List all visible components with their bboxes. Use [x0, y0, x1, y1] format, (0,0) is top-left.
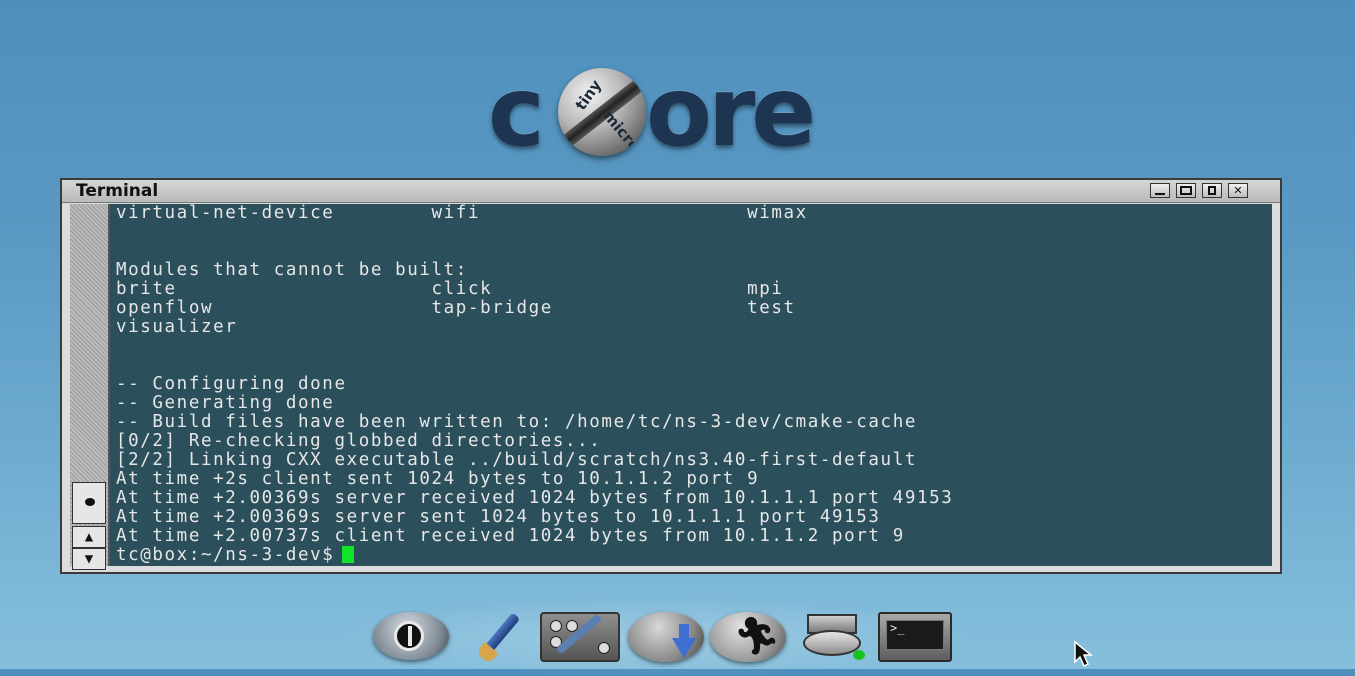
- close-button[interactable]: ✕: [1228, 183, 1248, 198]
- minimize-button[interactable]: [1150, 183, 1170, 198]
- terminal-line: openflow tap-bridge test: [116, 298, 796, 318]
- mouse-pointer-icon: [1074, 640, 1094, 668]
- window-title: Terminal: [76, 181, 159, 201]
- logo-ball-icon: tiny micro: [558, 68, 646, 156]
- logo-ball-tiny-text: tiny: [571, 76, 606, 114]
- drive-led: [853, 650, 865, 660]
- terminal-line: brite click mpi: [116, 279, 784, 299]
- terminal-line: At time +2.00737s client received 1024 b…: [116, 526, 905, 546]
- control-panel-icon[interactable]: [540, 612, 620, 662]
- screwdriver-shape: [555, 613, 603, 655]
- terminal-line: visualizer: [116, 317, 238, 337]
- power-icon[interactable]: [373, 612, 449, 660]
- terminal-line: At time +2.00369s server received 1024 b…: [116, 488, 954, 508]
- terminal-icon-screen: >_: [886, 620, 944, 650]
- terminal-line: [2/2] Linking CXX executable ../build/sc…: [116, 450, 917, 470]
- window-title-bar[interactable]: Terminal ✕: [62, 180, 1280, 203]
- tinycore-logo: c tiny micro ore: [470, 62, 850, 162]
- terminal-line: virtual-net-device wifi wimax: [116, 204, 808, 223]
- scroll-down-arrow-icon[interactable]: ▼: [72, 548, 106, 570]
- terminal-line: -- Generating done: [116, 393, 335, 413]
- terminal-line: -- Configuring done: [116, 374, 347, 394]
- disk-platter: [803, 630, 861, 656]
- run-icon[interactable]: 🏃︎: [710, 612, 786, 662]
- terminal-prompt-line[interactable]: tc@box:~/ns-3-dev$: [116, 545, 355, 565]
- terminal-line: [0/2] Re-checking globbed directories...: [116, 431, 602, 451]
- control-knob: [598, 642, 610, 654]
- paintbrush-icon[interactable]: [472, 612, 528, 665]
- terminal-line: Modules that cannot be built:: [116, 260, 468, 280]
- restore-button[interactable]: [1202, 183, 1222, 198]
- terminal-line: -- Build files have been written to: /ho…: [116, 412, 917, 432]
- backup-icon[interactable]: [797, 612, 873, 662]
- running-man-glyph: 🏃︎: [734, 616, 780, 657]
- vertical-scrollbar[interactable]: ▲ ▼: [70, 204, 110, 570]
- maximize-button[interactable]: [1176, 183, 1196, 198]
- terminal-line: At time +2.00369s server sent 1024 bytes…: [116, 507, 881, 527]
- terminal-cursor: [342, 546, 355, 563]
- scroll-thumb[interactable]: [72, 482, 106, 524]
- terminal-prompt: tc@box:~/ns-3-dev$: [116, 545, 335, 565]
- logo-text-right: ore: [646, 56, 816, 168]
- terminal-icon[interactable]: >_: [878, 612, 952, 662]
- logo-ball-micro-text: micro: [599, 107, 644, 155]
- terminal-line: At time +2s client sent 1024 bytes to 10…: [116, 469, 760, 489]
- logo-text-left: c: [488, 56, 545, 168]
- terminal-output[interactable]: virtual-net-device wifi wimax Modules th…: [110, 204, 1272, 566]
- terminal-window: Terminal ✕ ▲ ▼ virtual-net-device wifi w…: [60, 178, 1282, 574]
- control-knob: [550, 620, 562, 632]
- app-install-icon[interactable]: [628, 612, 704, 662]
- scroll-up-arrow-icon[interactable]: ▲: [72, 526, 106, 548]
